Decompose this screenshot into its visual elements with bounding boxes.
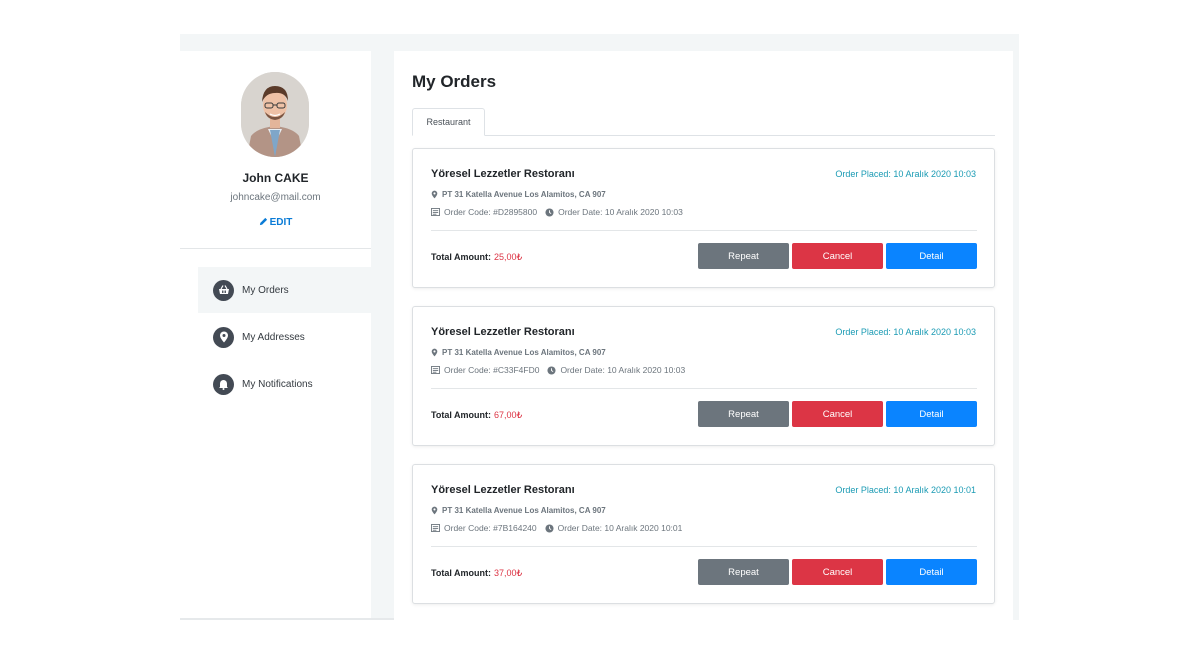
cancel-button[interactable]: Cancel (792, 401, 883, 427)
location-pin-icon (431, 348, 438, 357)
profile-name: John CAKE (242, 171, 309, 185)
detail-button[interactable]: Detail (886, 243, 977, 269)
page-title: My Orders (412, 72, 497, 91)
total-value: 67,00₺ (494, 410, 523, 420)
location-pin-icon (431, 190, 438, 199)
total-value: 37,00₺ (494, 568, 523, 578)
card-divider (431, 388, 977, 389)
page-background: John CAKE johncake@mail.com EDIT My Orde… (180, 34, 1019, 620)
cancel-button[interactable]: Cancel (792, 559, 883, 585)
order-placed-date: Order Placed: 10 Aralık 2020 10:03 (835, 327, 976, 337)
sidebar-item-my-notifications[interactable]: My Notifications (198, 361, 371, 407)
card-divider (431, 230, 977, 231)
receipt-icon (431, 208, 440, 216)
order-card: Yöresel Lezzetler Restoranı Order Placed… (412, 464, 995, 604)
edit-profile-link[interactable]: EDIT (180, 217, 371, 228)
clock-icon (545, 207, 554, 217)
order-date: Order Date: 10 Aralık 2020 10:03 (558, 207, 683, 217)
edit-label: EDIT (269, 217, 293, 228)
sidebar-item-label: My Orders (242, 284, 289, 296)
location-pin-icon (213, 326, 234, 348)
order-address: PT 31 Katella Avenue Los Alamitos, CA 90… (431, 506, 606, 515)
address-text: PT 31 Katella Avenue Los Alamitos, CA 90… (442, 190, 606, 199)
location-pin-icon (431, 506, 438, 515)
order-code: Order Code: #D2895800 (444, 207, 538, 217)
profile-email: johncake@mail.com (230, 192, 321, 203)
basket-icon (213, 279, 234, 301)
address-text: PT 31 Katella Avenue Los Alamitos, CA 90… (442, 348, 606, 357)
repeat-button[interactable]: Repeat (698, 243, 789, 269)
order-code: Order Code: #7B164240 (444, 523, 537, 533)
sidebar-item-label: My Addresses (242, 331, 305, 343)
bell-icon (213, 373, 234, 395)
card-divider (431, 546, 977, 547)
order-card: Yöresel Lezzetler Restoranı Order Placed… (412, 148, 995, 288)
repeat-button[interactable]: Repeat (698, 559, 789, 585)
clock-icon (545, 523, 554, 533)
total-value: 25,00₺ (494, 252, 523, 262)
sidebar-item-my-orders[interactable]: My Orders (198, 267, 371, 313)
sidebar-item-label: My Notifications (242, 378, 313, 390)
tab-restaurant[interactable]: Restaurant (412, 108, 485, 136)
order-placed-date: Order Placed: 10 Aralık 2020 10:01 (835, 485, 976, 495)
detail-button[interactable]: Detail (886, 559, 977, 585)
total-amount: Total Amount: 67,00₺ (431, 410, 522, 421)
order-address: PT 31 Katella Avenue Los Alamitos, CA 90… (431, 348, 606, 357)
repeat-button[interactable]: Repeat (698, 401, 789, 427)
main-content: My Orders Restaurant Yöresel Lezzetler R… (394, 51, 1013, 620)
detail-button[interactable]: Detail (886, 401, 977, 427)
cancel-button[interactable]: Cancel (792, 243, 883, 269)
total-amount: Total Amount: 37,00₺ (431, 568, 522, 579)
order-address: PT 31 Katella Avenue Los Alamitos, CA 90… (431, 190, 606, 199)
order-meta: Order Code: #C33F4FD0 Order Date: 10 Ara… (431, 365, 685, 375)
tabs-underline (412, 135, 995, 136)
restaurant-name: Yöresel Lezzetler Restoranı (431, 168, 575, 180)
clock-icon (547, 365, 556, 375)
order-meta: Order Code: #D2895800 Order Date: 10 Ara… (431, 207, 683, 217)
order-date: Order Date: 10 Aralık 2020 10:01 (557, 523, 683, 533)
total-label: Total Amount: (431, 252, 491, 262)
total-label: Total Amount: (431, 410, 491, 420)
receipt-icon (431, 524, 440, 532)
sidebar-item-my-addresses[interactable]: My Addresses (198, 314, 371, 360)
order-meta: Order Code: #7B164240 Order Date: 10 Ara… (431, 523, 682, 533)
receipt-icon (431, 366, 440, 374)
total-label: Total Amount: (431, 568, 491, 578)
order-placed-date: Order Placed: 10 Aralık 2020 10:03 (835, 169, 976, 179)
total-amount: Total Amount: 25,00₺ (431, 252, 522, 263)
avatar (241, 72, 309, 157)
address-text: PT 31 Katella Avenue Los Alamitos, CA 90… (442, 506, 606, 515)
order-card: Yöresel Lezzetler Restoranı Order Placed… (412, 306, 995, 446)
profile-sidebar: John CAKE johncake@mail.com EDIT My Orde… (180, 51, 371, 620)
restaurant-name: Yöresel Lezzetler Restoranı (431, 484, 575, 496)
restaurant-name: Yöresel Lezzetler Restoranı (431, 326, 575, 338)
pencil-icon (259, 217, 267, 226)
order-code: Order Code: #C33F4FD0 (444, 365, 540, 375)
order-date: Order Date: 10 Aralık 2020 10:03 (560, 365, 686, 375)
sidebar-divider (180, 248, 371, 249)
